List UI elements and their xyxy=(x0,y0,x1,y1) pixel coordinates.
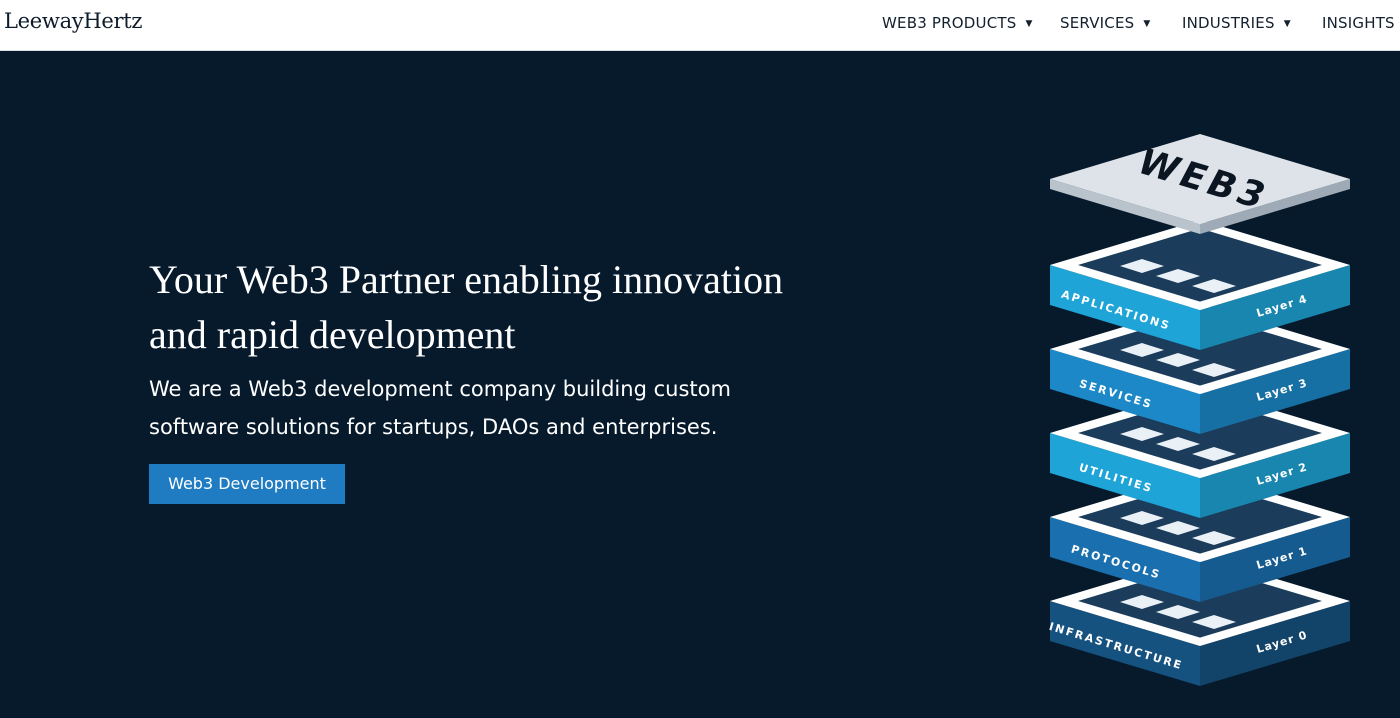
nav-item-services[interactable]: SERVICES ▼ xyxy=(1060,14,1150,32)
web3-top-card: WEB3 xyxy=(1050,134,1350,234)
top-navbar: LeewayHertz WEB3 PRODUCTS ▼ SERVICES ▼ IND… xyxy=(0,0,1400,51)
web3-layer-stack-graphic: INFRASTRUCTURE Layer 0PROTOCOLS Layer 1UTI… xyxy=(1048,134,1350,686)
nav-item-label: WEB3 PRODUCTS xyxy=(882,14,1017,32)
caret-down-icon: ▼ xyxy=(1283,19,1291,29)
hero-title: Your Web3 Partner enabling innovation an… xyxy=(149,257,784,357)
nav-item-insights[interactable]: INSIGHTS xyxy=(1322,14,1395,32)
nav-item-web3-products[interactable]: WEB3 PRODUCTS ▼ xyxy=(882,14,1033,32)
web3-layer-stack-illustration: INFRASTRUCTURE Layer 0 PROTOCOLS Layer 1 UTI… xyxy=(1040,120,1370,710)
web3-development-button[interactable]: Web3 Development xyxy=(149,464,345,504)
site-logo[interactable]: LeewayHertz xyxy=(4,9,142,33)
nav-item-industries[interactable]: INDUSTRIES ▼ xyxy=(1182,14,1291,32)
caret-down-icon: ▼ xyxy=(1143,19,1151,29)
hero-subtitle: We are a Web3 development company buildi… xyxy=(149,377,731,439)
nav-item-label: SERVICES xyxy=(1060,14,1135,32)
caret-down-icon: ▼ xyxy=(1025,19,1033,29)
nav-item-label: INDUSTRIES xyxy=(1182,14,1275,32)
stack-layer: APPLICATIONS Layer 4 xyxy=(1050,220,1350,350)
nav-item-label: INSIGHTS xyxy=(1322,14,1395,32)
